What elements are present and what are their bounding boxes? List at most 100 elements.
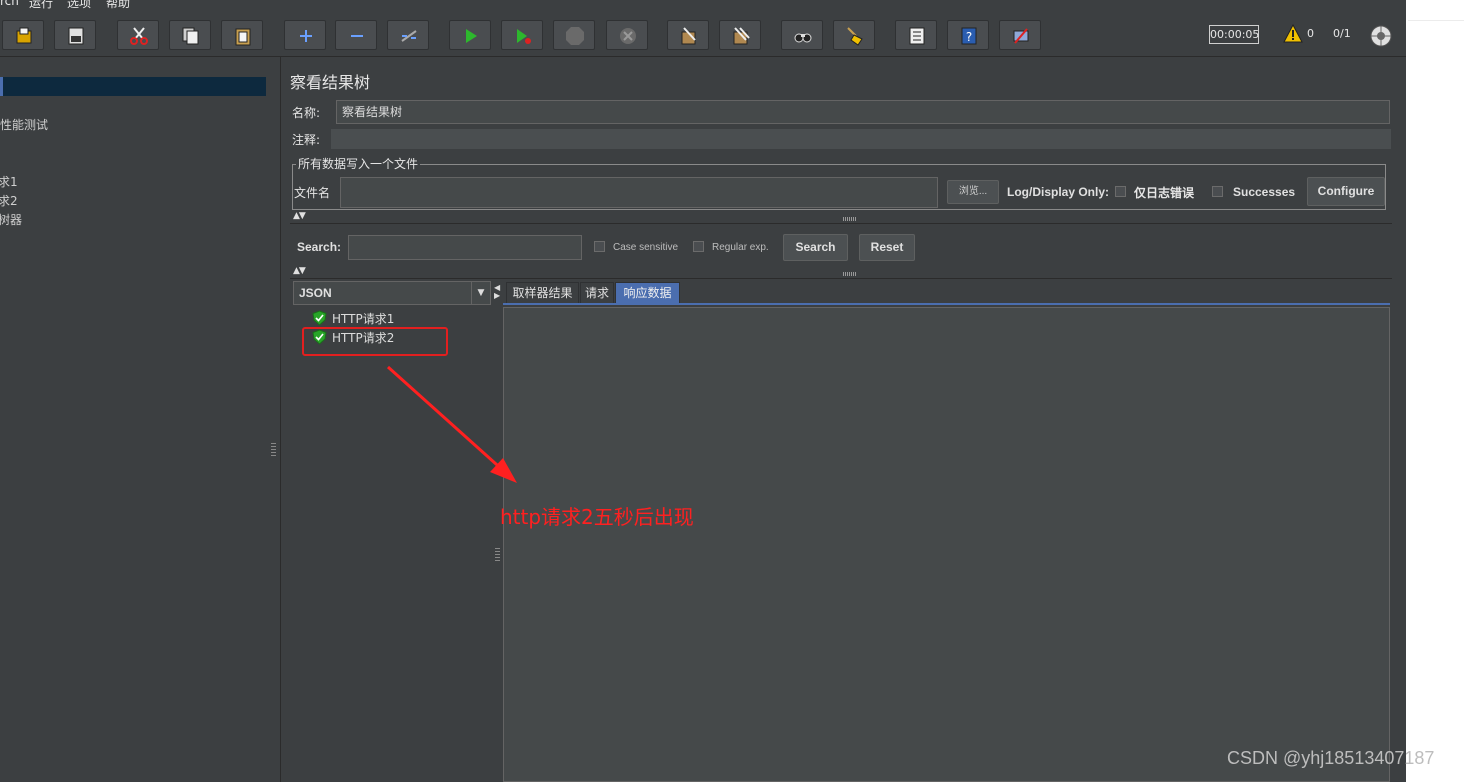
write-to-file-title: 所有数据写入一个文件 xyxy=(296,155,421,172)
list-icon xyxy=(909,27,925,45)
elapsed-timer: 00:00:05 xyxy=(1209,25,1259,44)
tree-splitter[interactable] xyxy=(268,57,281,782)
clear-all-button[interactable] xyxy=(719,20,761,50)
case-sensitive-label: Case sensitive xyxy=(613,242,679,253)
svg-text:?: ? xyxy=(966,30,972,44)
reset-search-button[interactable] xyxy=(833,20,875,50)
collapse-arrows-2[interactable]: ▲▼ xyxy=(293,266,306,276)
tree-item-results-tree[interactable]: 树器 xyxy=(0,211,22,228)
log-display-label: Log/Display Only: xyxy=(1007,185,1110,199)
comment-field[interactable] xyxy=(331,129,1391,149)
splitter-grip xyxy=(271,443,276,457)
filename-input[interactable] xyxy=(340,177,938,208)
plus-icon xyxy=(300,30,312,42)
test-plan-tree: 性能测试 求1 求2 树器 xyxy=(0,57,269,782)
divider-1 xyxy=(290,223,1392,224)
menu-bar: rch 运行 选项 帮助 xyxy=(0,0,400,11)
cut-button[interactable] xyxy=(117,20,159,50)
split-dots-2[interactable] xyxy=(843,272,857,276)
search-label: Search: xyxy=(297,240,342,254)
save-button[interactable] xyxy=(54,20,96,50)
comment-label: 注释: xyxy=(292,133,321,147)
name-field[interactable]: 察看结果树 xyxy=(336,100,1390,124)
search-button[interactable] xyxy=(781,20,823,50)
menu-search[interactable]: rch xyxy=(0,0,19,8)
splitter-arrows[interactable]: ◀ ▶ xyxy=(494,284,500,300)
tree-selected-row[interactable] xyxy=(0,77,266,96)
name-label: 名称: xyxy=(292,106,321,120)
start-no-pauses-button[interactable] xyxy=(501,20,543,50)
search-button[interactable]: Search xyxy=(783,234,848,261)
divider-2 xyxy=(290,278,1392,279)
toggle-button[interactable] xyxy=(387,20,429,50)
menu-help[interactable]: 帮助 xyxy=(106,0,130,11)
tab-request[interactable]: 请求 xyxy=(580,282,614,304)
function-helper-button[interactable] xyxy=(895,20,937,50)
status-indicator-icon xyxy=(1370,25,1392,47)
active-threads: 0/1 xyxy=(1333,27,1351,40)
filename-label: 文件名 xyxy=(294,186,331,200)
tree-item-request-1[interactable]: 求1 xyxy=(0,173,18,190)
minus-icon xyxy=(351,35,363,37)
page-divider xyxy=(1408,20,1464,21)
open-icon xyxy=(16,27,32,44)
shutdown-button[interactable] xyxy=(606,20,648,50)
toggle-icon xyxy=(401,30,417,42)
remote-start-button[interactable] xyxy=(999,20,1041,50)
warning-count: 0 xyxy=(1307,27,1314,40)
stop-button[interactable] xyxy=(553,20,595,50)
renderer-value: JSON xyxy=(299,286,332,300)
response-data-area[interactable] xyxy=(503,307,1390,782)
tab-response-data[interactable]: 响应数据 xyxy=(615,282,680,304)
clear-all-icon xyxy=(733,27,750,45)
watermark: CSDN @yhj18513407187 xyxy=(1227,748,1435,768)
reset-button[interactable]: Reset xyxy=(859,234,915,261)
cut-icon xyxy=(130,27,148,45)
copy-button[interactable] xyxy=(169,20,211,50)
case-sensitive-checkbox[interactable] xyxy=(594,241,605,252)
help-icon: ? xyxy=(961,27,977,45)
toolbar: ? 00:00:05 0 0/1 xyxy=(0,14,1406,57)
collapse-button[interactable] xyxy=(335,20,377,50)
help-button[interactable]: ? xyxy=(947,20,989,50)
sampler-item-1-label: HTTP请求1 xyxy=(332,312,395,326)
play-icon xyxy=(466,29,477,43)
clear-button[interactable] xyxy=(667,20,709,50)
annotation-text: http请求2五秒后出现 xyxy=(500,505,694,529)
errors-only-checkbox[interactable] xyxy=(1115,186,1126,197)
regex-label: Regular exp. xyxy=(712,242,769,253)
start-button[interactable] xyxy=(449,20,491,50)
panel-title: 察看结果树 xyxy=(290,73,371,92)
successes-checkbox[interactable] xyxy=(1212,186,1223,197)
tree-item-request-2[interactable]: 求2 xyxy=(0,192,18,209)
configure-button[interactable]: Configure xyxy=(1307,177,1385,206)
clear-icon xyxy=(681,27,696,45)
open-button[interactable] xyxy=(2,20,44,50)
highlight-box xyxy=(302,327,448,356)
tab-underline xyxy=(503,303,1390,305)
success-shield-icon xyxy=(312,310,327,326)
split-dots-1[interactable] xyxy=(843,217,857,221)
errors-only-label: 仅日志错误 xyxy=(1134,186,1195,200)
paste-button[interactable] xyxy=(221,20,263,50)
play-no-pause-icon xyxy=(517,29,531,44)
menu-run[interactable]: 运行 xyxy=(29,0,53,11)
renderer-select[interactable]: JSON ▼ xyxy=(293,281,491,305)
browse-button[interactable]: 浏览... xyxy=(947,180,999,204)
splitter-grip-2 xyxy=(495,548,500,562)
remote-icon xyxy=(1013,28,1029,44)
expand-button[interactable] xyxy=(284,20,326,50)
warning-icon[interactable] xyxy=(1283,24,1303,43)
shutdown-icon xyxy=(620,28,636,44)
copy-icon xyxy=(182,27,199,45)
chevron-down-icon[interactable]: ▼ xyxy=(471,282,490,304)
search-input[interactable] xyxy=(348,235,582,260)
stop-icon xyxy=(566,27,584,45)
results-tree-panel: 察看结果树 名称: 察看结果树 注释: 所有数据写入一个文件 文件名 浏览...… xyxy=(281,57,1406,782)
regex-checkbox[interactable] xyxy=(693,241,704,252)
results-splitter[interactable]: ◀ ▶ xyxy=(492,280,502,782)
menu-options[interactable]: 选项 xyxy=(67,0,91,11)
tab-sampler-result[interactable]: 取样器结果 xyxy=(506,282,579,304)
collapse-arrows-1[interactable]: ▲▼ xyxy=(293,211,306,221)
tree-item-performance-test[interactable]: 性能测试 xyxy=(0,116,48,133)
